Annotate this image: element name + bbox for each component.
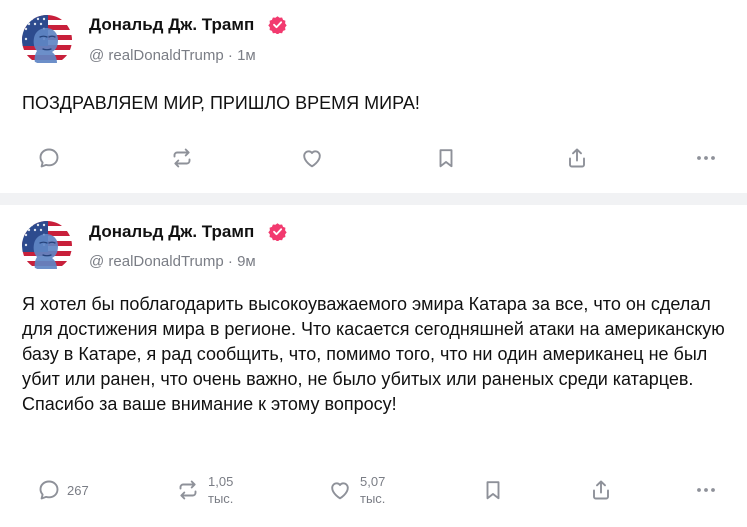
repost-count: 1,05 тыс. <box>208 473 233 507</box>
repost-count-value: 1,05 <box>208 474 234 489</box>
meta-separator: · <box>227 253 238 270</box>
avatar[interactable] <box>22 221 72 271</box>
like-button[interactable] <box>300 138 324 178</box>
share-icon <box>589 478 613 502</box>
bookmark-button[interactable] <box>434 138 458 178</box>
repost-icon <box>176 478 200 502</box>
repost-count-unit: тыс. <box>208 491 234 506</box>
reply-button[interactable]: 267 <box>37 470 89 510</box>
repost-icon <box>170 146 194 170</box>
repost-button[interactable]: 1,05 тыс. <box>176 470 233 510</box>
like-icon <box>300 146 324 170</box>
action-bar <box>0 138 747 178</box>
repost-button[interactable] <box>170 138 194 178</box>
bookmark-button[interactable] <box>481 470 505 510</box>
bookmark-icon <box>434 146 458 170</box>
more-icon <box>694 478 718 502</box>
author-name[interactable]: Дональд Дж. Трамп <box>89 15 254 35</box>
post-text: ПОЗДРАВЛЯЕМ МИР, ПРИШЛО ВРЕМЯ МИРА! <box>22 93 420 113</box>
reply-icon <box>37 478 61 502</box>
author-handle[interactable]: @ realDonaldTrump <box>89 47 224 64</box>
like-button[interactable]: 5,07 тыс. <box>328 470 385 510</box>
author-handle[interactable]: @ realDonaldTrump <box>89 253 224 270</box>
post-time[interactable]: 9м <box>237 253 256 270</box>
reply-button[interactable] <box>37 138 67 178</box>
bookmark-icon <box>481 478 505 502</box>
reply-count: 267 <box>67 482 89 498</box>
post-text: Я хотел бы поблагодарить высокоуважаемог… <box>22 294 725 414</box>
post-meta: @ realDonaldTrump · 9м <box>89 253 256 270</box>
post-1: Дональд Дж. Трамп @ realDonaldTrump · 1м… <box>0 0 747 193</box>
more-icon <box>694 146 718 170</box>
like-count: 5,07 тыс. <box>360 473 385 507</box>
share-button[interactable] <box>565 138 589 178</box>
more-button[interactable] <box>694 138 718 178</box>
verified-badge-icon <box>268 15 287 34</box>
post-time[interactable]: 1м <box>237 47 256 64</box>
more-button[interactable] <box>694 470 718 510</box>
avatar-image <box>22 221 72 271</box>
post-2: Дональд Дж. Трамп @ realDonaldTrump · 9м… <box>0 205 747 527</box>
avatar-image <box>22 15 72 65</box>
author-name[interactable]: Дональд Дж. Трамп <box>89 222 254 242</box>
share-icon <box>565 146 589 170</box>
share-button[interactable] <box>589 470 613 510</box>
reply-icon <box>37 146 61 170</box>
post-meta: @ realDonaldTrump · 1м <box>89 47 256 64</box>
meta-separator: · <box>227 47 238 64</box>
verified-badge-icon <box>268 222 287 241</box>
action-bar: 267 1,05 тыс. 5,07 тыс. <box>0 470 747 510</box>
post-separator <box>0 193 747 205</box>
like-icon <box>328 478 352 502</box>
like-count-value: 5,07 <box>360 474 386 489</box>
like-count-unit: тыс. <box>360 491 386 506</box>
avatar[interactable] <box>22 15 72 65</box>
